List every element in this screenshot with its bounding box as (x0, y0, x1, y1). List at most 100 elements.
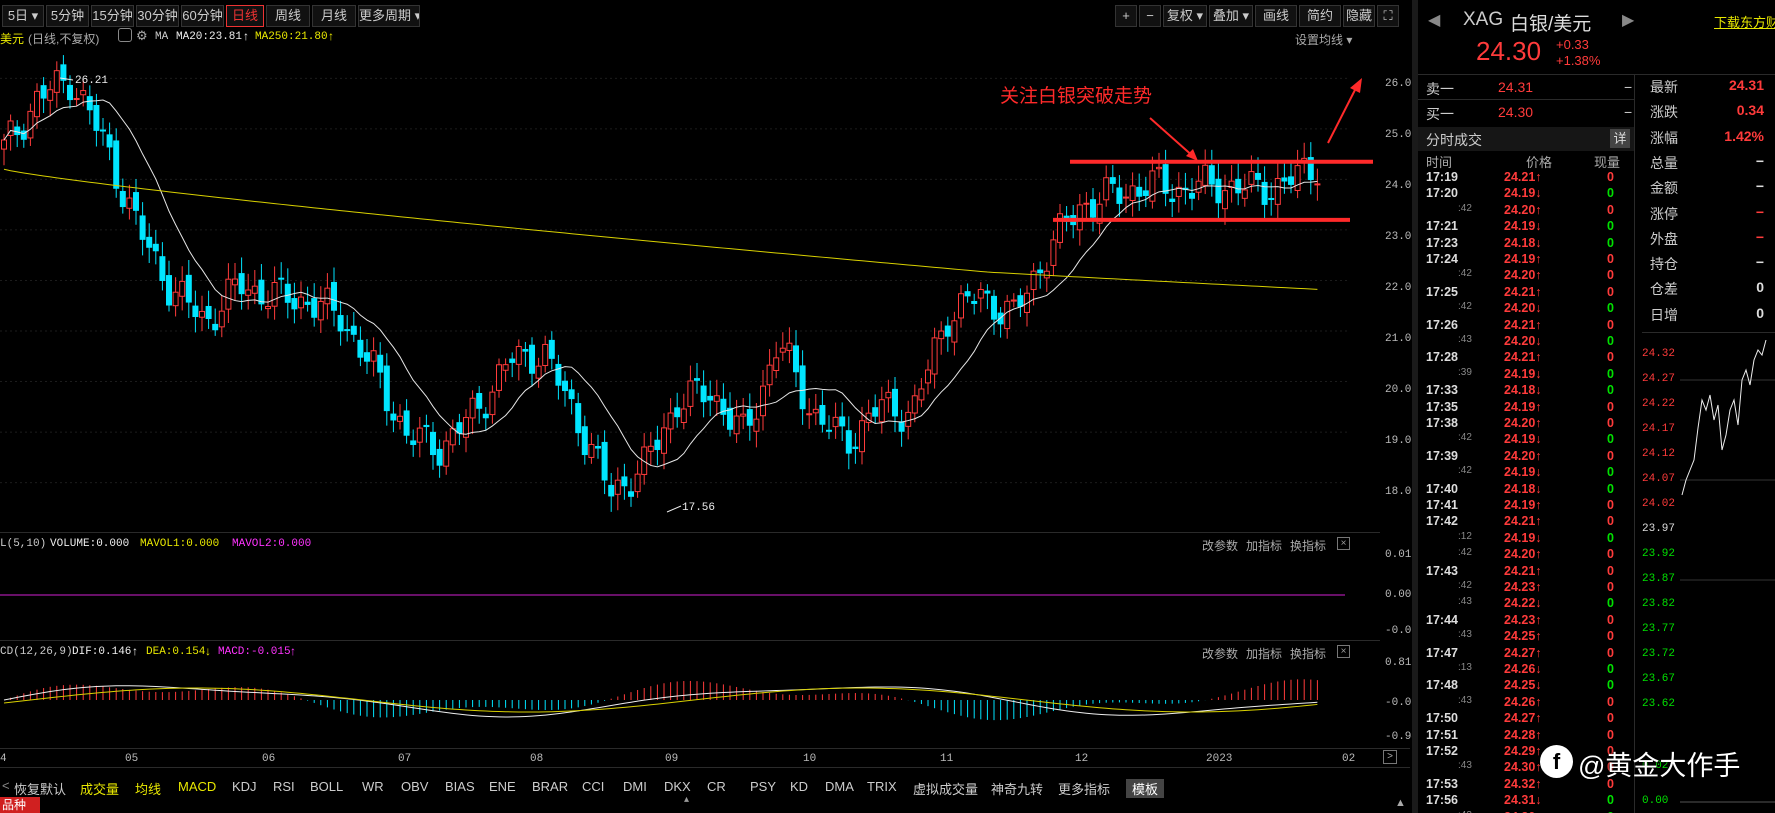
indicator-tab[interactable]: DMA (825, 779, 854, 794)
period-button[interactable]: 周线 (266, 5, 310, 27)
candle-body (674, 407, 681, 418)
candle-body (1043, 270, 1050, 279)
indicator-tab[interactable]: 均线 (135, 779, 161, 798)
candle-body (687, 380, 694, 407)
watermark: @黄金大作手 (1578, 751, 1741, 781)
mini-axis-label: 23.62 (1642, 698, 1676, 710)
indicator-tab[interactable]: ENE (489, 779, 516, 794)
stat-label: 总量 (1650, 154, 1678, 171)
trade-price: 24.29↑ (1504, 744, 1542, 758)
trade-time: :42 (1458, 465, 1472, 477)
trade-row: 17:44 24.23↑ 0 (1418, 613, 1628, 629)
period-button[interactable]: 60分钟 (181, 5, 224, 27)
trade-volume: 0 (1607, 268, 1614, 283)
period-button[interactable]: 日线 (226, 5, 264, 27)
candle-body (1109, 177, 1116, 184)
trade-time: :43 (1458, 334, 1472, 345)
indicator-tab[interactable]: OBV (401, 779, 428, 794)
trade-volume: 0 (1607, 366, 1614, 381)
toolbar-button[interactable]: 简约 (1299, 5, 1341, 27)
trade-price: 24.18↓ (1504, 383, 1542, 398)
mini-axis-label: 23.97 (1642, 523, 1676, 535)
indicator-tab[interactable]: DKX (664, 779, 691, 794)
trade-time: 17:48 (1426, 678, 1458, 693)
candle-body (436, 448, 443, 466)
indicator-tab[interactable]: CCI (582, 779, 604, 794)
download-link[interactable]: 下载东方财 (1714, 12, 1775, 31)
date-axis-label: 05 (125, 753, 139, 765)
period-button[interactable]: 5分钟 (46, 5, 89, 27)
indicator-tab[interactable]: PSY (750, 779, 776, 794)
trade-price: 24.20↑ (1504, 547, 1542, 562)
candle-body (1103, 177, 1110, 201)
indicator-tab[interactable]: 恢复默认 (14, 779, 66, 798)
breakout-arrow-head (1350, 78, 1362, 93)
indicator-tab[interactable]: MACD (178, 779, 216, 794)
indicator-tab[interactable]: WR (362, 779, 384, 794)
scroll-right-icon[interactable]: > (1383, 750, 1397, 764)
candle-body (113, 140, 120, 189)
candle-body (938, 330, 945, 340)
tabs-divider (0, 767, 1410, 768)
dif-line (3, 685, 1318, 718)
candle-body (53, 70, 60, 93)
indicator-tab[interactable]: KDJ (232, 779, 257, 794)
candle-body (324, 287, 331, 305)
period-button[interactable]: 15分钟 (91, 5, 134, 27)
trades-list[interactable]: 17:19 24.21↑ 0 17:20 24.19↓ 0:42 24.20↑ 0 17:21 2… (1418, 170, 1634, 813)
stat-row: 涨跌 0.34 (1642, 102, 1772, 127)
price-chart[interactable] (0, 48, 1380, 528)
collapse-arrow-icon[interactable]: ▴ (684, 794, 689, 805)
candle-body (14, 126, 21, 136)
candle-body (232, 278, 238, 286)
candle-body (159, 256, 166, 281)
period-button[interactable]: 30分钟 (136, 5, 179, 27)
toolbar-button[interactable]: 复权 ▾ (1163, 5, 1207, 27)
next-symbol-icon[interactable]: ▶ (1622, 10, 1634, 30)
trade-time: :42 (1458, 547, 1472, 559)
toolbar-button[interactable]: 画线 (1255, 5, 1297, 27)
prev-symbol-icon[interactable]: ◀ (1428, 10, 1440, 30)
period-button[interactable]: 5日 ▾ (2, 5, 44, 27)
indicator-tab[interactable]: 更多指标 (1058, 779, 1110, 798)
variety-tab[interactable]: 品种 (0, 797, 40, 813)
period-button[interactable]: 月线 (312, 5, 356, 27)
indicator-tab[interactable]: CR (707, 779, 726, 794)
indicator-tab[interactable]: DMI (623, 779, 647, 794)
trade-price: 24.21↑ (1504, 170, 1542, 184)
trade-row: :43 24.30↓ 0 (1418, 810, 1628, 813)
tabs-left-arrow-icon[interactable]: < (2, 778, 10, 793)
order-book: 卖一 24.31 − 买一 24.30 − (1418, 75, 1634, 127)
candle-body (1123, 196, 1129, 199)
lock-icon[interactable] (118, 28, 132, 42)
axis-divider (0, 748, 1410, 749)
indicator-tab[interactable]: BIAS (445, 779, 475, 794)
toolbar-button[interactable]: ⛶ (1377, 5, 1399, 27)
toolbar-button[interactable]: + (1115, 5, 1137, 27)
candle-body (106, 134, 113, 148)
toolbar-button[interactable]: − (1139, 5, 1161, 27)
divider (1418, 99, 1634, 100)
indicator-tab[interactable]: RSI (273, 779, 295, 794)
trades-detail-button[interactable]: 详 (1610, 129, 1630, 148)
indicator-tab[interactable]: BRAR (532, 779, 568, 794)
period-button[interactable]: 更多周期 ▾ (358, 5, 420, 27)
scroll-up-icon[interactable]: ▲ (1395, 797, 1406, 809)
indicator-tab[interactable]: KD (790, 779, 808, 794)
divider (1642, 332, 1775, 333)
indicator-tab[interactable]: 神奇九转 (991, 779, 1043, 798)
toolbar-button[interactable]: 隐藏 (1343, 5, 1375, 27)
indicator-tab[interactable]: TRIX (867, 779, 897, 794)
indicator-tab[interactable]: 虚拟成交量 (913, 779, 978, 798)
close-panel-icon[interactable]: × (1337, 537, 1350, 550)
gear-icon[interactable]: ⚙ (136, 28, 148, 44)
trade-price: 24.27↑ (1504, 711, 1542, 726)
candle-body (628, 491, 634, 497)
indicator-tab[interactable]: BOLL (310, 779, 343, 794)
toolbar-button[interactable]: 叠加 ▾ (1209, 5, 1253, 27)
trade-row: 17:24 24.19↑ 0 (1418, 252, 1628, 268)
indicator-tab[interactable]: 模板 (1126, 779, 1165, 798)
ma-settings-button[interactable]: 设置均线 ▾ (1295, 31, 1352, 48)
indicator-tab[interactable]: 成交量 (80, 779, 119, 798)
candle-body (1017, 295, 1024, 307)
